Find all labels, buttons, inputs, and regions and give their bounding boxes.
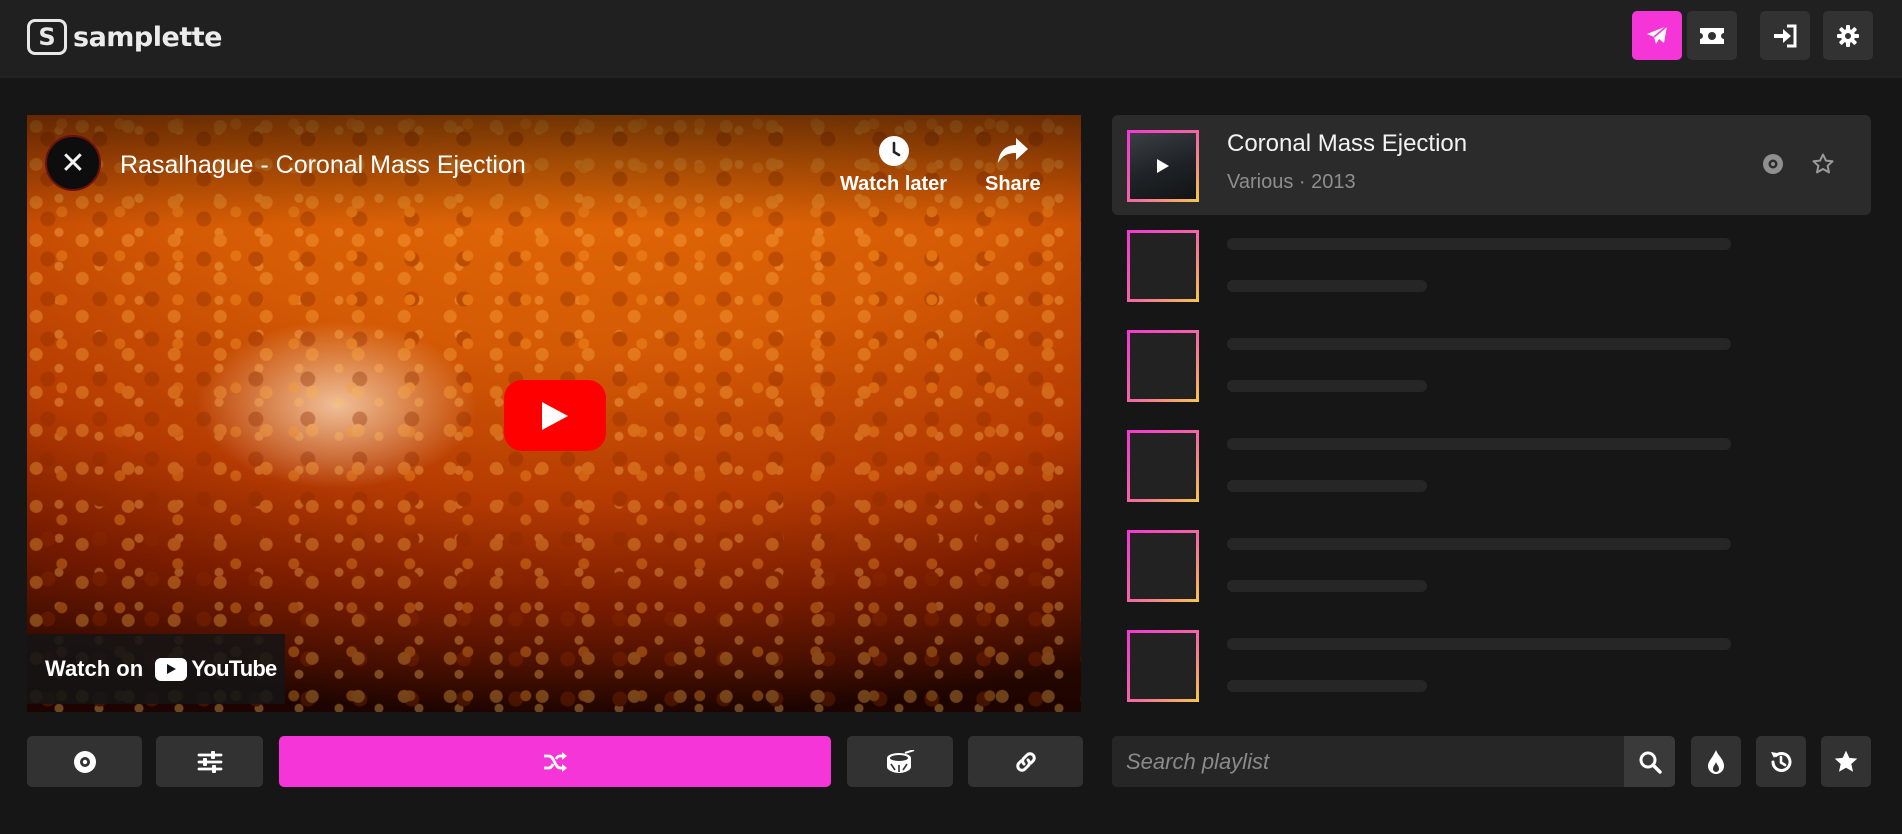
watch-on-youtube-button[interactable]: Watch on YouTube <box>27 634 285 704</box>
search-input[interactable] <box>1112 736 1622 787</box>
playlist-item-placeholder <box>1112 615 1871 715</box>
skeleton-line <box>1227 580 1427 592</box>
watch-later-button[interactable]: Watch later <box>840 135 947 196</box>
skeleton-line <box>1227 280 1427 292</box>
playlist-item-placeholder <box>1112 515 1871 615</box>
paper-plane-icon <box>1647 24 1668 44</box>
youtube-player[interactable]: ✕ Rasalhague - Coronal Mass Ejection Wat… <box>27 115 1081 712</box>
channel-avatar[interactable]: ✕ <box>45 135 101 191</box>
settings-button[interactable] <box>1823 11 1873 60</box>
logo-mark: S <box>27 19 67 55</box>
disc-icon <box>73 750 96 773</box>
track-thumbnail-placeholder <box>1127 230 1199 302</box>
play-icon <box>542 401 568 430</box>
track-thumbnail-placeholder <box>1127 430 1199 502</box>
track-artist-year: Various · 2013 <box>1227 171 1356 193</box>
top-bar: S samplette <box>0 0 1902 78</box>
skeleton-line <box>1227 438 1731 450</box>
skeleton-line <box>1227 538 1731 550</box>
playlist-item-current[interactable]: Coronal Mass Ejection Various · 2013 <box>1112 115 1871 215</box>
search-icon <box>1639 751 1662 774</box>
skeleton-line <box>1227 380 1427 392</box>
drum-icon <box>887 749 915 773</box>
favorites-button[interactable] <box>1821 736 1871 787</box>
sign-in-icon <box>1774 24 1797 47</box>
play-icon <box>1157 159 1169 173</box>
vinyl-button[interactable] <box>27 736 142 787</box>
watch-later-label: Watch later <box>840 173 948 195</box>
playlist-item-placeholder <box>1112 215 1871 315</box>
share-label: Share <box>985 173 1041 195</box>
play-button[interactable] <box>504 380 606 451</box>
share-icon <box>997 138 1028 163</box>
search-button[interactable] <box>1624 736 1675 787</box>
login-button[interactable] <box>1760 11 1810 60</box>
playlist-search <box>1112 736 1675 787</box>
playlist-item-placeholder <box>1112 315 1871 415</box>
shuffle-icon <box>544 751 567 772</box>
track-vinyl-button[interactable] <box>1758 149 1788 179</box>
track-thumbnail[interactable] <box>1127 130 1199 202</box>
skeleton-line <box>1227 338 1731 350</box>
track-thumbnail-placeholder <box>1127 630 1199 702</box>
link-button[interactable] <box>968 736 1083 787</box>
send-button[interactable] <box>1632 11 1682 60</box>
watch-on-label: Watch on <box>45 656 144 681</box>
drum-button[interactable] <box>847 736 953 787</box>
track-favorite-button[interactable] <box>1808 149 1838 179</box>
playlist-item-placeholder <box>1112 415 1871 515</box>
track-thumbnail-placeholder <box>1127 530 1199 602</box>
skeleton-line <box>1227 238 1731 250</box>
clock-icon <box>878 136 909 166</box>
sliders-icon <box>197 750 222 773</box>
link-icon <box>1015 751 1036 772</box>
history-button[interactable] <box>1756 736 1806 787</box>
history-icon <box>1771 751 1792 772</box>
trending-button[interactable] <box>1691 736 1741 787</box>
gear-icon <box>1837 24 1859 47</box>
shuffle-button[interactable] <box>279 736 831 787</box>
disc-icon <box>1763 154 1783 174</box>
fire-icon <box>1708 749 1724 774</box>
skeleton-line <box>1227 480 1427 492</box>
filters-button[interactable] <box>156 736 263 787</box>
ticket-button[interactable] <box>1687 11 1737 60</box>
track-thumbnail-placeholder <box>1127 330 1199 402</box>
youtube-logo: YouTube <box>155 656 277 682</box>
share-button[interactable]: Share <box>985 135 1041 196</box>
skeleton-line <box>1227 680 1427 692</box>
youtube-play-icon <box>155 657 188 681</box>
youtube-wordmark: YouTube <box>191 656 277 681</box>
app-logo[interactable]: S samplette <box>27 19 222 55</box>
logo-text: samplette <box>73 21 222 53</box>
ticket-icon <box>1700 27 1724 44</box>
skeleton-line <box>1227 638 1731 650</box>
track-title: Coronal Mass Ejection <box>1227 130 1468 157</box>
star-outline-icon <box>1812 153 1834 174</box>
star-icon <box>1834 750 1858 772</box>
video-title[interactable]: Rasalhague - Coronal Mass Ejection <box>120 151 526 180</box>
